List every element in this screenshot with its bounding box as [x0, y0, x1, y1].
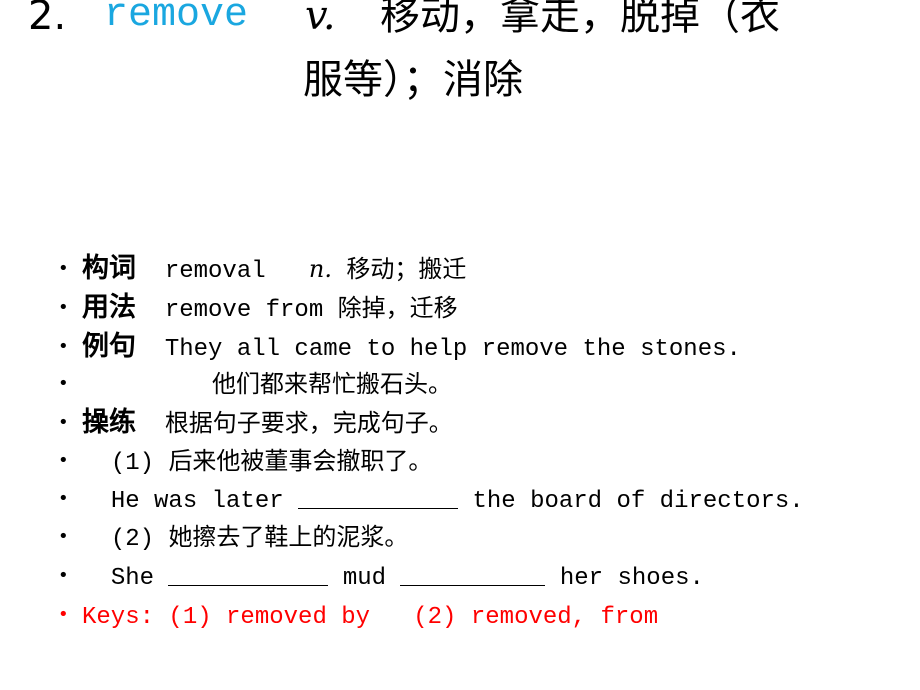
meaning-line-1: 移动，拿走，脱掉（衣 [380, 0, 780, 39]
bullet-icon: • [58, 526, 69, 547]
item-number: 2. [28, 0, 67, 39]
list-item-example: • 例句 They all came to help remove the sto… [58, 332, 741, 365]
bullet-icon: • [58, 373, 69, 394]
list-item-exercise-2: • (2) 她擦去了鞋上的泥浆。 [58, 522, 408, 555]
item-cn: 除掉，迁移 [337, 294, 458, 322]
item-text: removal [164, 258, 266, 285]
item-text: He was later [110, 488, 284, 515]
item-text: (2) [110, 526, 155, 553]
list-item-practice: • 操练 根据句子要求，完成句子。 [58, 408, 453, 441]
bullet-icon: • [58, 565, 69, 586]
blank-field[interactable] [400, 565, 546, 586]
bullet-icon: • [58, 297, 69, 318]
list-item-keys: • Keys: (1) removed by (2) removed, from [58, 600, 658, 633]
list-item-usage: • 用法 remove from 除掉，迁移 [58, 293, 458, 326]
bullet-icon: • [58, 336, 69, 357]
item-cn: 移动；搬迁 [346, 255, 467, 283]
item-label: 例句 [82, 331, 136, 362]
list-item-exercise-2-sentence: • She mud her shoes. [58, 561, 704, 594]
item-cn: 他们都来帮忙搬石头。 [212, 370, 452, 398]
headword: remove [104, 0, 249, 38]
blank-field[interactable] [298, 488, 459, 509]
item-text: They all came to help remove the stones. [164, 336, 741, 363]
answer-keys: Keys: (1) removed by (2) removed, from [82, 604, 659, 631]
bullet-icon: • [58, 604, 69, 625]
blank-field[interactable] [168, 565, 329, 586]
meaning-line-2: 服等）；消除 [303, 57, 523, 103]
item-text: (1) [110, 450, 155, 477]
list-item-exercise-1: • (1) 后来他被董事会撤职了。 [58, 446, 432, 479]
item-cn: 后来他被董事会撤职了。 [168, 447, 433, 475]
list-item-word-formation: • 构词 removal n. 移动；搬迁 [58, 254, 466, 287]
item-label: 操练 [82, 407, 136, 438]
bullet-icon: • [58, 450, 69, 471]
part-of-speech: v. [305, 0, 336, 39]
item-label: 用法 [82, 292, 136, 323]
item-label: 构词 [82, 253, 136, 284]
item-text: She [110, 565, 155, 592]
item-text: remove from [164, 297, 324, 324]
item-text: the board of directors. [472, 488, 804, 515]
list-item-example-translation: • 他们都来帮忙搬石头。 [58, 369, 452, 402]
bullet-icon: • [58, 258, 69, 279]
item-cn: 根据句子要求，完成句子。 [164, 409, 453, 437]
item-text: her shoes. [559, 565, 704, 592]
list-item-exercise-1-sentence: • He was later the board of directors. [58, 484, 804, 517]
bullet-icon: • [58, 488, 69, 509]
item-pos: n. [308, 255, 332, 283]
item-text: mud [342, 565, 387, 592]
item-cn: 她擦去了鞋上的泥浆。 [168, 523, 409, 551]
bullet-icon: • [58, 412, 69, 433]
